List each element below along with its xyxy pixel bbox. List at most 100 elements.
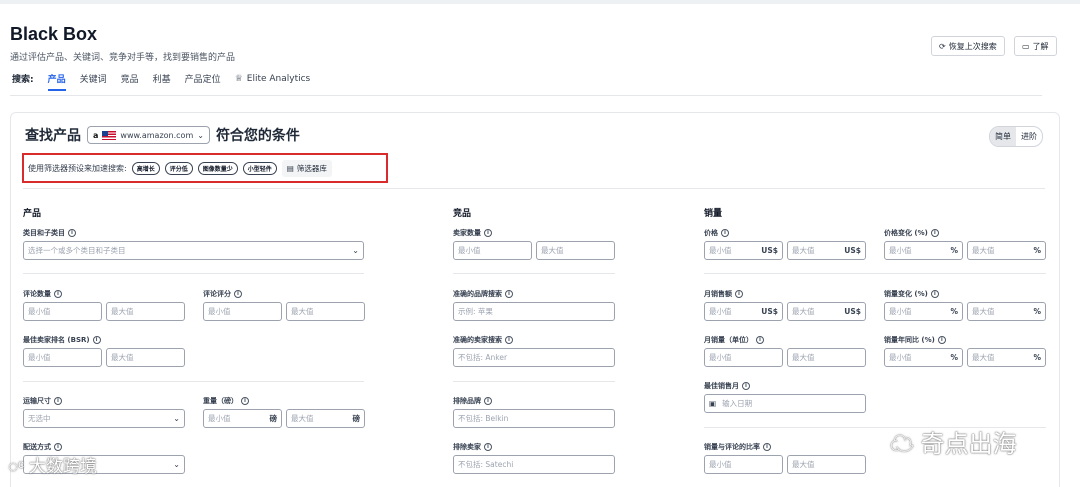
find-title: 查找产品 <box>25 127 81 143</box>
learn-button[interactable]: ▭ 了解 <box>1014 36 1057 56</box>
best-month-placeholder: 输入日期 <box>722 399 753 408</box>
seller-count-min-placeholder: 最小值 <box>458 246 481 255</box>
learn-label: 了解 <box>1032 41 1049 51</box>
review-rating-min-input[interactable]: 最小值 <box>203 302 282 321</box>
shipping-size-value: 无选中 <box>28 414 51 423</box>
page-header: Black Box 通过评估产品、关键词、竞争对手等，找到要销售的产品 <box>10 24 235 63</box>
sales-change-max-input[interactable]: 最大值% <box>967 302 1046 321</box>
category-label-text: 类目和子类目 <box>23 229 65 237</box>
seller-count-label: 卖家数量 i <box>453 228 492 238</box>
info-icon[interactable]: i <box>241 397 249 405</box>
monthly-units-max-input[interactable]: 最大值 <box>787 348 866 367</box>
info-icon[interactable]: i <box>68 229 76 237</box>
weight-min-input[interactable]: 最小值 磅 <box>203 409 282 428</box>
info-icon[interactable]: i <box>54 443 62 451</box>
info-icon[interactable]: i <box>484 397 492 405</box>
restore-search-button[interactable]: ⟳ 恢复上次搜索 <box>931 36 1005 56</box>
mode-simple[interactable]: 简单 <box>990 127 1016 146</box>
tab-elite-analytics[interactable]: ♕ Elite Analytics <box>235 74 311 90</box>
top-border <box>0 0 1080 4</box>
category-label: 类目和子类目 i <box>23 228 76 238</box>
sales-yoy-min-input[interactable]: 最小值% <box>884 348 963 367</box>
preset-chip-few-images[interactable]: 图像数量少 <box>197 161 238 175</box>
sales-review-ratio-max-input[interactable]: 最大值 <box>787 455 866 474</box>
preset-chip-low-rating[interactable]: 评分低 <box>164 161 193 175</box>
monthly-revenue-min-input[interactable]: 最小值 US$ <box>704 302 783 321</box>
info-icon[interactable]: i <box>930 229 939 237</box>
tab-products[interactable]: 产品 <box>47 72 66 91</box>
tab-product-targeting[interactable]: 产品定位 <box>185 72 221 91</box>
best-month-date-input[interactable]: ▣ 输入日期 <box>704 394 866 413</box>
weight-max-input[interactable]: 最大值 磅 <box>286 409 365 428</box>
tab-competitors[interactable]: 竞品 <box>121 72 139 91</box>
weight-unit: 磅 <box>352 414 361 423</box>
section-product: 产品 <box>23 209 42 219</box>
video-icon: ▭ <box>1022 41 1030 51</box>
mode-advanced[interactable]: 进阶 <box>1016 127 1042 146</box>
page-title: Black Box <box>10 24 98 44</box>
shipping-size-select[interactable]: 无选中 ⌄ <box>23 409 185 428</box>
bsr-min-placeholder: 最小值 <box>28 353 51 362</box>
us-flag-icon <box>102 130 117 140</box>
price-min-input[interactable]: 最小值 US$ <box>704 241 783 260</box>
bsr-min-input[interactable]: 最小值 <box>23 348 102 367</box>
price-change-max-input[interactable]: 最大值% <box>967 241 1046 260</box>
tab-keywords[interactable]: 关键词 <box>80 72 107 91</box>
brand-search-input[interactable]: 示例: 苹果 <box>453 302 615 321</box>
preset-chip-high-growth[interactable]: 高增长 <box>131 161 160 175</box>
seller-count-max-input[interactable]: 最大值 <box>536 241 615 260</box>
price-max-input[interactable]: 最大值 US$ <box>787 241 866 260</box>
seller-count-label-text: 卖家数量 <box>453 229 481 237</box>
info-icon[interactable]: i <box>54 290 62 298</box>
sales-review-ratio-min-placeholder: 最小值 <box>709 460 732 469</box>
seller-search-input[interactable]: 不包括: Anker <box>453 348 615 367</box>
info-icon[interactable]: i <box>735 290 743 298</box>
info-icon[interactable]: i <box>756 336 764 344</box>
monthly-revenue-max-input[interactable]: 最大值 US$ <box>787 302 866 321</box>
review-rating-label-text: 评论评分 <box>203 290 231 298</box>
info-icon[interactable]: i <box>484 443 492 451</box>
review-count-max-input[interactable]: 最大值 <box>106 302 185 321</box>
tab-elite-label: Elite Analytics <box>246 73 311 84</box>
price-min-placeholder: 最小值 <box>709 246 732 255</box>
sales-divider-1 <box>704 273 1046 274</box>
bsr-max-input[interactable]: 最大值 <box>106 348 185 367</box>
category-placeholder: 选择一个或多个类目和子类目 <box>28 246 126 255</box>
info-icon[interactable]: i <box>763 443 771 451</box>
filter-library-button[interactable]: ▤ 筛选器库 <box>281 159 332 177</box>
seller-count-min-input[interactable]: 最小值 <box>453 241 532 260</box>
product-divider-1 <box>23 273 364 274</box>
sales-review-ratio-min-input[interactable]: 最小值 <box>704 455 783 474</box>
info-icon[interactable]: i <box>234 290 242 298</box>
watermark-left: ◌ᶜ 大数跨境 <box>8 452 97 477</box>
exclude-brand-input[interactable]: 不包括: Belkin <box>453 409 615 428</box>
review-count-min-input[interactable]: 最小值 <box>23 302 102 321</box>
chevron-down-icon: ⌄ <box>352 246 359 255</box>
category-select[interactable]: 选择一个或多个类目和子类目 ⌄ <box>23 241 364 260</box>
review-rating-max-input[interactable]: 最大值 <box>286 302 365 321</box>
price-unit: US$ <box>844 246 861 255</box>
info-icon[interactable]: i <box>937 336 946 344</box>
monthly-units-min-input[interactable]: 最小值 <box>704 348 783 367</box>
marketplace-select[interactable]: a www.amazon.com ⌄ <box>87 126 210 144</box>
sales-yoy-max-input[interactable]: 最大值% <box>967 348 1046 367</box>
exclude-seller-input[interactable]: 不包括: Satechi <box>453 455 615 474</box>
sales-yoy-min-placeholder: 最小值 <box>889 353 912 362</box>
info-icon[interactable]: i <box>505 336 513 344</box>
filter-library-label: 筛选器库 <box>296 163 327 173</box>
sales-change-min-input[interactable]: 最小值% <box>884 302 963 321</box>
preset-chip-small-light[interactable]: 小型轻件 <box>242 161 277 175</box>
exclude-brand-label-text: 排除品牌 <box>453 397 481 405</box>
info-icon[interactable]: i <box>54 397 62 405</box>
info-icon[interactable]: i <box>484 229 492 237</box>
info-icon[interactable]: i <box>721 229 729 237</box>
tab-niche[interactable]: 利基 <box>153 72 171 91</box>
info-icon[interactable]: i <box>742 382 750 390</box>
price-change-min-input[interactable]: 最小值% <box>884 241 963 260</box>
info-icon[interactable]: i <box>92 336 101 344</box>
info-icon[interactable]: i <box>930 290 939 298</box>
info-icon[interactable]: i <box>505 290 513 298</box>
watermark-logo-icon: ◌ᶜ <box>8 457 29 476</box>
sales-yoy-label: 销量年同比 (%) i <box>884 335 946 345</box>
marketplace-value: www.amazon.com <box>120 130 194 140</box>
